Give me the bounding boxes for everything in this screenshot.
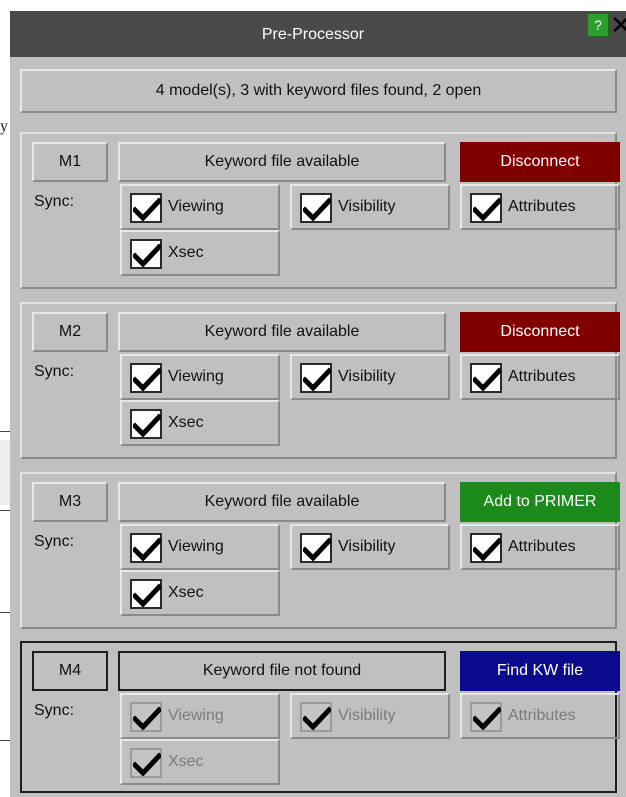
checkmark-icon — [130, 702, 162, 732]
sync-visibility-label: Visibility — [338, 707, 396, 724]
checkmark-icon — [470, 533, 502, 563]
model-panel-m4: M4 Keyword file not found Find KW file S… — [20, 641, 620, 793]
checkmark-icon — [130, 579, 162, 609]
sync-viewing-label: Viewing — [168, 707, 224, 724]
sync-visibility-label: Visibility — [338, 368, 396, 385]
sync-xsec-checkbox[interactable]: Xsec — [120, 400, 280, 446]
sync-visibility-checkbox[interactable]: Visibility — [290, 524, 450, 570]
model-action-button[interactable]: Disconnect — [460, 312, 620, 352]
model-summary: 4 model(s), 3 with keyword files found, … — [20, 69, 617, 113]
checkmark-icon — [130, 748, 162, 778]
keyword-status: Keyword file available — [118, 482, 446, 522]
window-title: Pre-Processor — [261, 26, 365, 43]
sync-visibility-label: Visibility — [338, 198, 396, 215]
checkmark-icon — [470, 702, 502, 732]
pre-processor-window: Pre-Processor ? ✕ 4 model(s), 3 with key… — [10, 11, 626, 797]
model-label: M3 — [32, 482, 108, 522]
sync-xsec-checkbox[interactable]: Xsec — [120, 230, 280, 276]
help-icon[interactable]: ? — [587, 13, 609, 37]
checkmark-icon — [300, 533, 332, 563]
model-panel-m2: M2 Keyword file available Disconnect Syn… — [20, 302, 620, 459]
sync-viewing-checkbox[interactable]: Viewing — [120, 693, 280, 739]
sync-visibility-label: Visibility — [338, 538, 396, 555]
sync-viewing-label: Viewing — [168, 368, 224, 385]
checkmark-icon — [470, 363, 502, 393]
sync-label: Sync: — [34, 533, 75, 550]
sync-viewing-label: Viewing — [168, 198, 224, 215]
checkmark-icon — [300, 193, 332, 223]
sync-xsec-label: Xsec — [168, 414, 204, 431]
checkmark-icon — [130, 363, 162, 393]
sync-xsec-label: Xsec — [168, 584, 204, 601]
keyword-status: Keyword file not found — [118, 651, 446, 691]
keyword-status: Keyword file available — [118, 312, 446, 352]
model-action-button[interactable]: Disconnect — [460, 142, 620, 182]
checkmark-icon — [130, 239, 162, 269]
sync-attributes-label: Attributes — [508, 707, 576, 724]
model-action-button[interactable]: Find KW file — [460, 651, 620, 691]
sync-attributes-label: Attributes — [508, 198, 576, 215]
model-label: M4 — [32, 651, 108, 691]
model-panel-m3: M3 Keyword file available Add to PRIMER … — [20, 472, 620, 629]
keyword-status: Keyword file available — [118, 142, 446, 182]
sync-attributes-checkbox[interactable]: Attributes — [460, 524, 620, 570]
model-label: M1 — [32, 142, 108, 182]
sync-label: Sync: — [34, 193, 75, 210]
sync-attributes-label: Attributes — [508, 538, 576, 555]
checkmark-icon — [470, 193, 502, 223]
sync-viewing-label: Viewing — [168, 538, 224, 555]
sync-xsec-label: Xsec — [168, 244, 204, 261]
sync-visibility-checkbox[interactable]: Visibility — [290, 693, 450, 739]
sync-attributes-checkbox[interactable]: Attributes — [460, 354, 620, 400]
sync-label: Sync: — [34, 702, 75, 719]
close-icon[interactable]: ✕ — [610, 11, 626, 39]
sync-visibility-checkbox[interactable]: Visibility — [290, 354, 450, 400]
sync-visibility-checkbox[interactable]: Visibility — [290, 184, 450, 230]
sync-attributes-checkbox[interactable]: Attributes — [460, 693, 620, 739]
checkmark-icon — [130, 533, 162, 563]
sync-viewing-checkbox[interactable]: Viewing — [120, 184, 280, 230]
sync-xsec-checkbox[interactable]: Xsec — [120, 570, 280, 616]
model-action-button[interactable]: Add to PRIMER — [460, 482, 620, 522]
checkmark-icon — [130, 409, 162, 439]
title-bar[interactable]: Pre-Processor — [10, 11, 626, 57]
checkmark-icon — [300, 702, 332, 732]
sync-viewing-checkbox[interactable]: Viewing — [120, 354, 280, 400]
checkmark-icon — [130, 193, 162, 223]
model-panel-m1: M1 Keyword file available Disconnect Syn… — [20, 132, 620, 289]
sync-label: Sync: — [34, 363, 75, 380]
sync-attributes-label: Attributes — [508, 368, 576, 385]
background-text: y — [0, 118, 8, 135]
checkmark-icon — [300, 363, 332, 393]
sync-attributes-checkbox[interactable]: Attributes — [460, 184, 620, 230]
sync-viewing-checkbox[interactable]: Viewing — [120, 524, 280, 570]
model-label: M2 — [32, 312, 108, 352]
sync-xsec-label: Xsec — [168, 753, 204, 770]
sync-xsec-checkbox[interactable]: Xsec — [120, 739, 280, 785]
